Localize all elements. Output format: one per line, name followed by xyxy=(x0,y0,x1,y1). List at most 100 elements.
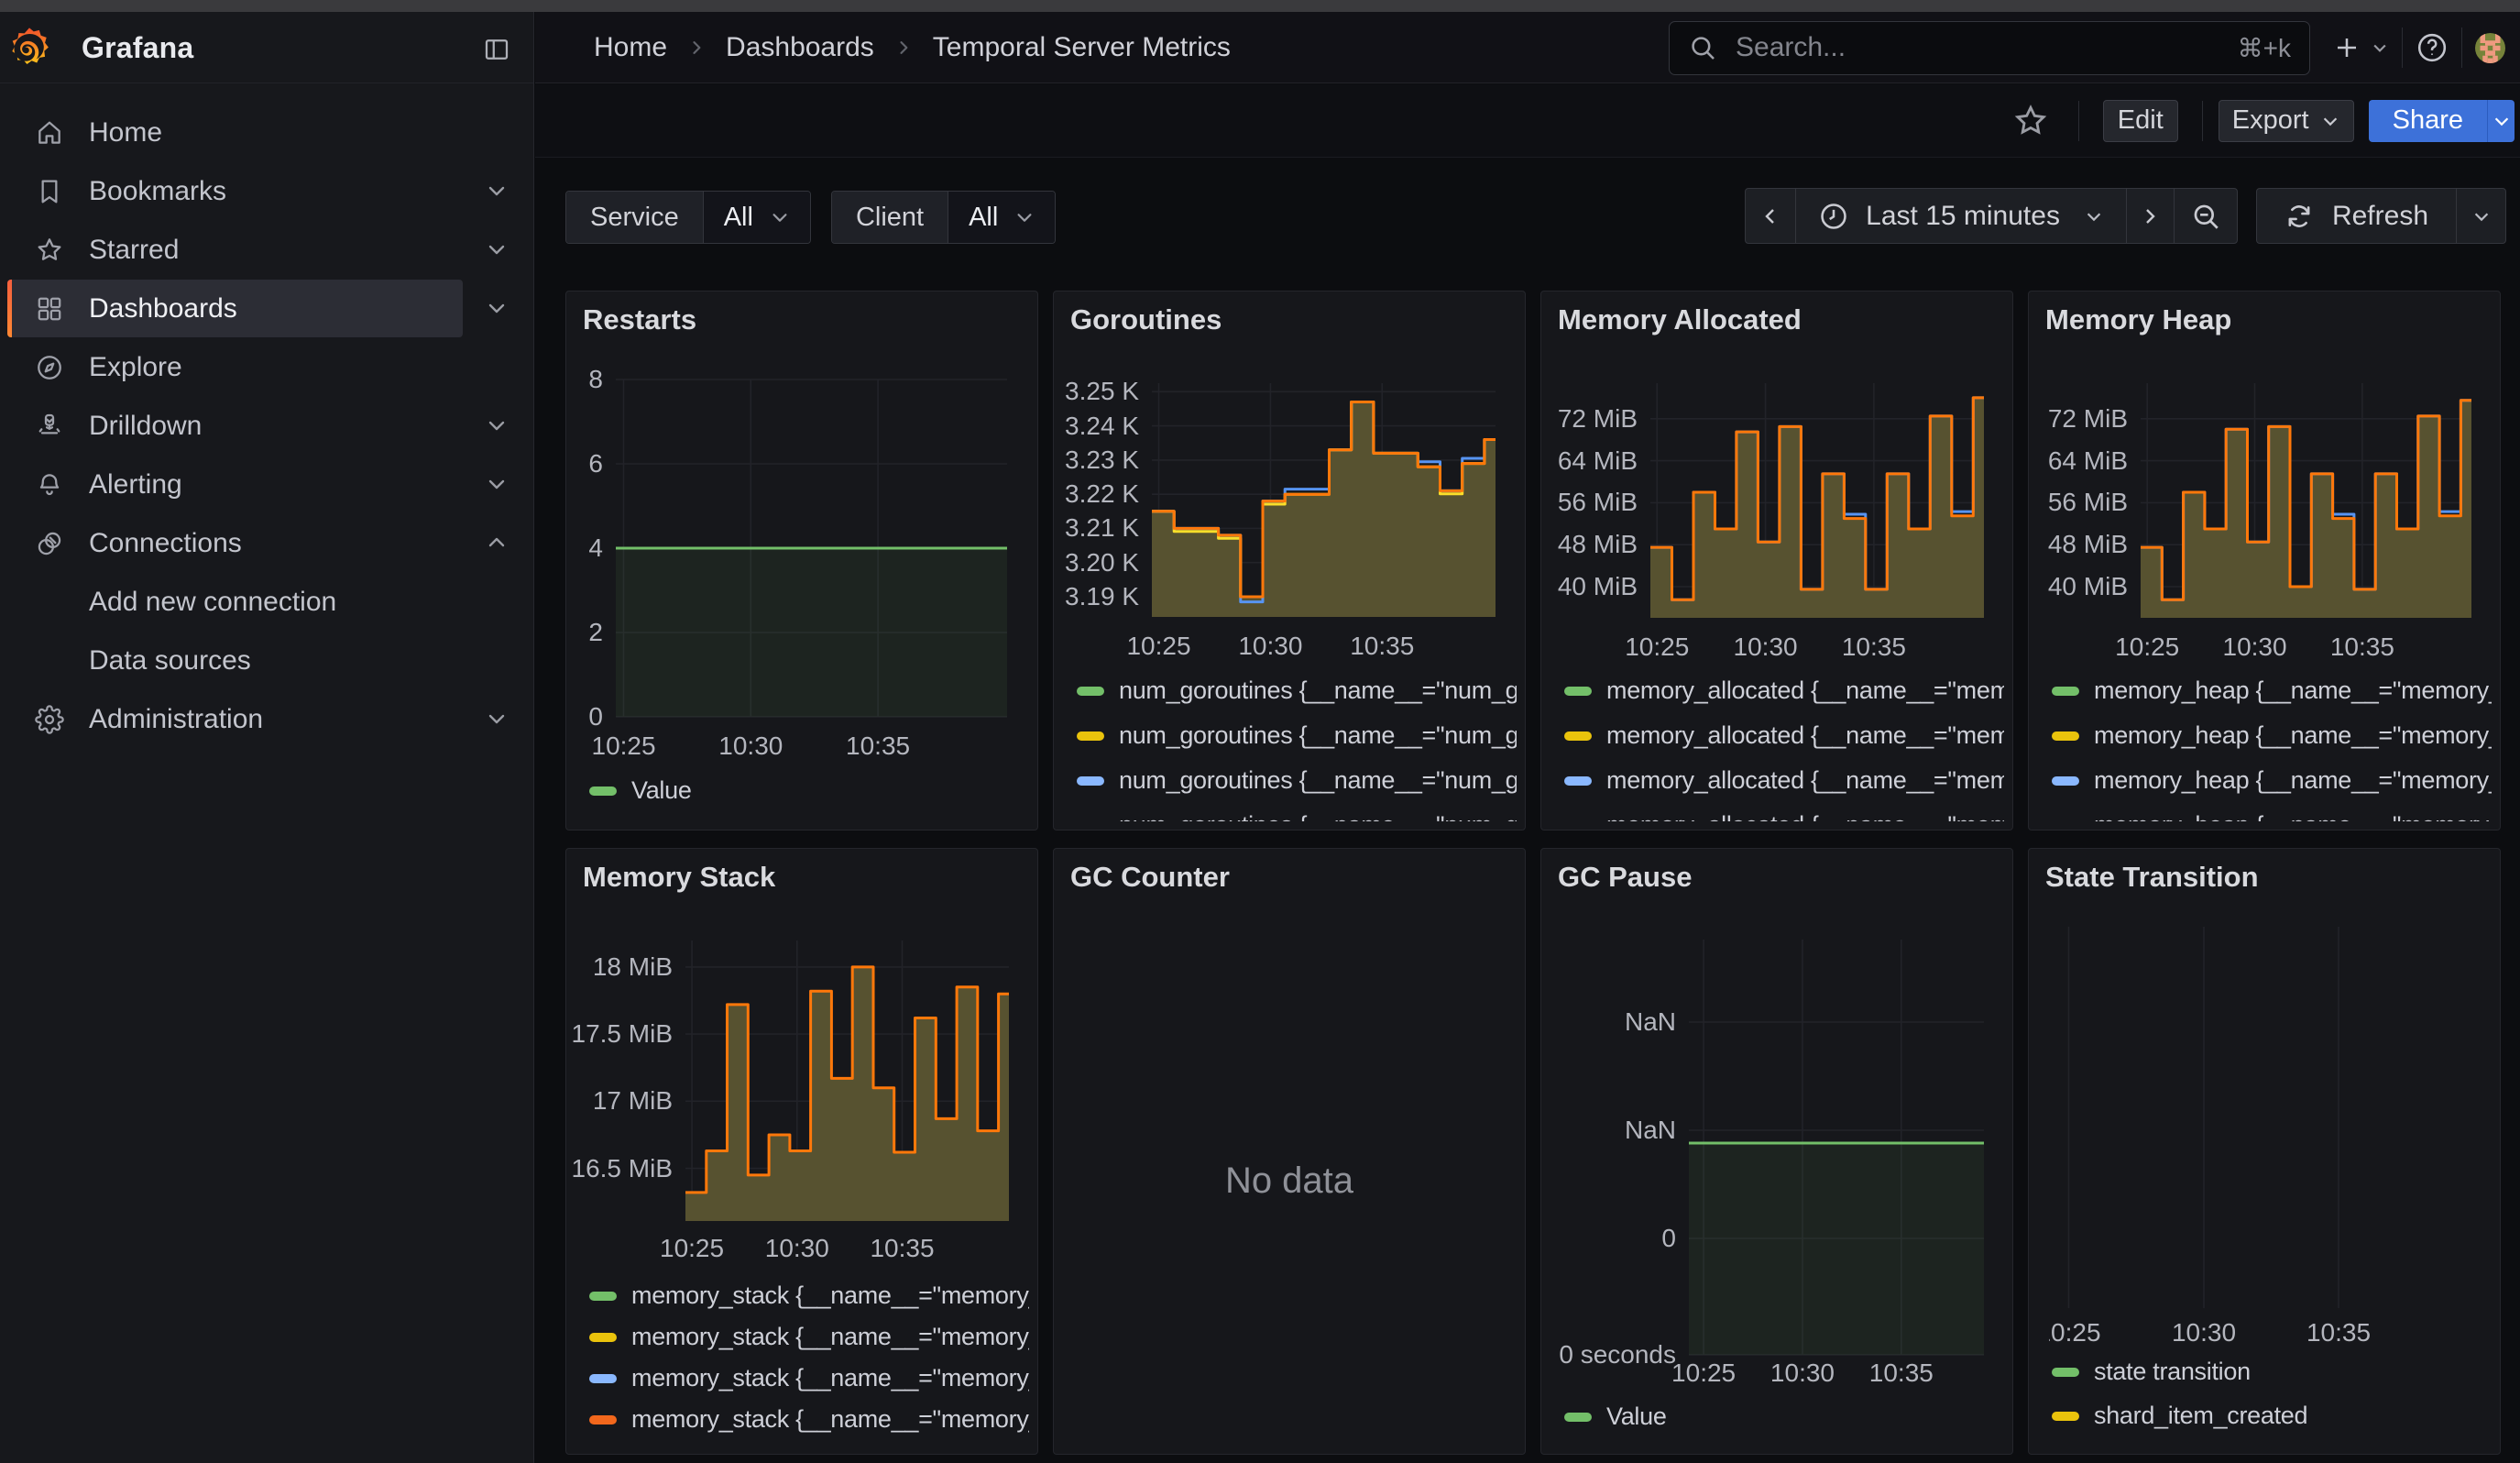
x-axis-labels: 10:2510:3010:35 xyxy=(581,732,1030,763)
legend: Value xyxy=(566,776,1037,830)
edit-button[interactable]: Edit xyxy=(2103,100,2178,142)
chevron-down-icon[interactable] xyxy=(477,170,517,211)
sidebar-link-explore[interactable]: Explore xyxy=(7,338,463,396)
refresh-interval-button[interactable] xyxy=(2457,189,2505,243)
sidebar-link-dashboards[interactable]: Dashboards xyxy=(7,280,463,337)
y-axis-label: NaN xyxy=(1625,1116,1676,1145)
sidebar-link-data-sources[interactable]: Data sources xyxy=(7,632,463,689)
x-axis-label: 10:25 xyxy=(2049,1318,2101,1348)
x-axis-labels: 10:2510:3010:35 xyxy=(2043,632,2493,664)
zoom-out-button[interactable] xyxy=(2175,189,2237,243)
legend-item[interactable]: memory_allocated {__name__="memo xyxy=(1564,766,2004,795)
y-axis-label: NaN xyxy=(1625,1007,1676,1037)
chevron-right-icon xyxy=(2139,205,2161,227)
variable-value-dropdown[interactable]: All xyxy=(948,192,1055,243)
legend-series-label: memory_heap {__name__="memory_h xyxy=(2094,811,2492,821)
export-button[interactable]: Export xyxy=(2219,100,2354,142)
plus-icon xyxy=(2332,33,2361,62)
legend-item[interactable]: memory_stack {__name__="memory_s xyxy=(589,1323,1029,1351)
x-axis-label: 10:30 xyxy=(765,1234,829,1263)
legend-series-color xyxy=(1564,776,1592,786)
star-dashboard-button[interactable] xyxy=(2011,101,2051,141)
time-shift-forward-button[interactable] xyxy=(2127,189,2175,243)
variable-value-dropdown[interactable]: All xyxy=(704,192,810,243)
time-shift-back-button[interactable] xyxy=(1746,189,1796,243)
legend-item[interactable]: memory_allocated {__name__="memo xyxy=(1564,811,2004,821)
brand-name[interactable]: Grafana xyxy=(82,12,193,83)
panel-goroutines: Goroutines3.19 K3.20 K3.21 K3.22 K3.23 K… xyxy=(1053,291,1526,830)
sidebar-nav: HomeBookmarksStarredDashboardsExploreDri… xyxy=(0,104,533,749)
y-axis-label: 56 MiB xyxy=(1558,488,1638,517)
legend-item[interactable]: num_goroutines {__name__="num_go xyxy=(1077,811,1517,821)
breadcrumb-item-home[interactable]: Home xyxy=(594,32,667,63)
y-axis-label: 0 xyxy=(588,702,603,732)
legend-item[interactable]: num_goroutines {__name__="num_go xyxy=(1077,766,1517,795)
sidebar-link-home[interactable]: Home xyxy=(7,104,463,161)
refresh-button[interactable]: Refresh xyxy=(2257,189,2457,243)
chevron-up-icon[interactable] xyxy=(477,522,517,563)
legend-item[interactable]: memory_stack {__name__="memory_s xyxy=(589,1405,1029,1434)
legend-item[interactable]: num_goroutines {__name__="num_go xyxy=(1077,676,1517,705)
new-button[interactable] xyxy=(2332,33,2389,62)
search-input[interactable]: Search... ⌘+k xyxy=(1669,21,2310,75)
sidebar-link-drilldown[interactable]: Drilldown xyxy=(7,397,463,455)
legend-series-color xyxy=(1077,732,1104,741)
x-axis-label: 10:30 xyxy=(1770,1358,1835,1388)
breadcrumb-separator-icon xyxy=(894,38,913,57)
variable-label[interactable]: Client xyxy=(832,192,948,243)
star-icon xyxy=(2012,103,2049,139)
variable-value: All xyxy=(969,203,998,233)
time-range-picker[interactable]: Last 15 minutes xyxy=(1796,189,2127,243)
grafana-logo-icon[interactable] xyxy=(9,24,49,72)
chevron-left-icon xyxy=(1759,205,1781,227)
legend-item[interactable]: memory_allocated {__name__="memo xyxy=(1564,676,2004,705)
legend-item[interactable]: Value xyxy=(589,776,1029,805)
sidebar-link-add-new-connection[interactable]: Add new connection xyxy=(7,573,463,631)
sidebar-link-bookmarks[interactable]: Bookmarks xyxy=(7,162,463,220)
sidebar-link-administration[interactable]: Administration xyxy=(7,690,463,748)
variable-label[interactable]: Service xyxy=(566,192,704,243)
share-button[interactable]: Share xyxy=(2369,100,2487,142)
x-axis-label: 10:35 xyxy=(1842,632,1906,662)
panel-memory_heap: Memory Heap40 MiB48 MiB56 MiB64 MiB72 Mi… xyxy=(2028,291,2501,830)
y-axis-label: 3.20 K xyxy=(1065,548,1139,578)
chevron-down-icon[interactable] xyxy=(477,229,517,270)
chevron-down-icon xyxy=(2320,111,2340,131)
dock-menu-icon[interactable] xyxy=(477,29,517,70)
header-actions: Search... ⌘+k xyxy=(1669,12,2505,83)
legend-item[interactable]: memory_stack {__name__="memory_s xyxy=(589,1364,1029,1392)
legend-item[interactable]: memory_heap {__name__="memory_h xyxy=(2052,721,2492,750)
y-axis-label: 72 MiB xyxy=(1558,404,1638,434)
legend-item[interactable]: memory_stack {__name__="memory_s xyxy=(589,1282,1029,1310)
sidebar-item-administration: Administration xyxy=(0,690,533,748)
time-controls: Last 15 minutes xyxy=(1745,188,2506,244)
legend-item[interactable]: state transition xyxy=(2052,1358,2492,1386)
y-axis-label: 48 MiB xyxy=(2048,530,2128,559)
legend-item[interactable]: memory_allocated {__name__="memo xyxy=(1564,721,2004,750)
chevron-down-icon[interactable] xyxy=(477,698,517,739)
help-button[interactable] xyxy=(2416,31,2449,64)
chevron-down-icon[interactable] xyxy=(477,288,517,328)
chevron-down-icon[interactable] xyxy=(477,464,517,504)
x-axis-label: 10:25 xyxy=(2115,632,2179,662)
legend-item[interactable]: num_goroutines {__name__="num_go xyxy=(1077,721,1517,750)
breadcrumb-item-dashboards[interactable]: Dashboards xyxy=(726,32,874,63)
sidebar-link-connections[interactable]: Connections xyxy=(7,514,463,572)
bell-icon xyxy=(29,465,70,505)
panel-state_transition: State Transition10:2510:3010:35state tra… xyxy=(2028,848,2501,1455)
sidebar-link-alerting[interactable]: Alerting xyxy=(7,456,463,513)
chevron-down-icon xyxy=(2084,206,2104,226)
legend-item[interactable]: memory_heap {__name__="memory_h xyxy=(2052,811,2492,821)
variable-value: All xyxy=(724,203,753,233)
legend-item[interactable]: shard_item_created xyxy=(2052,1402,2492,1430)
sidebar-link-starred[interactable]: Starred xyxy=(7,221,463,279)
legend-item[interactable]: memory_heap {__name__="memory_h xyxy=(2052,766,2492,795)
share-menu-button[interactable] xyxy=(2487,100,2515,142)
plug-icon xyxy=(29,523,70,564)
legend-item[interactable]: Value xyxy=(1564,1402,2004,1431)
chevron-down-icon[interactable] xyxy=(477,405,517,446)
legend-item[interactable]: memory_heap {__name__="memory_h xyxy=(2052,676,2492,705)
avatar[interactable] xyxy=(2475,33,2505,63)
x-axis-label: 10:30 xyxy=(1238,632,1302,661)
panel-title[interactable]: GC Counter xyxy=(1070,861,1230,894)
